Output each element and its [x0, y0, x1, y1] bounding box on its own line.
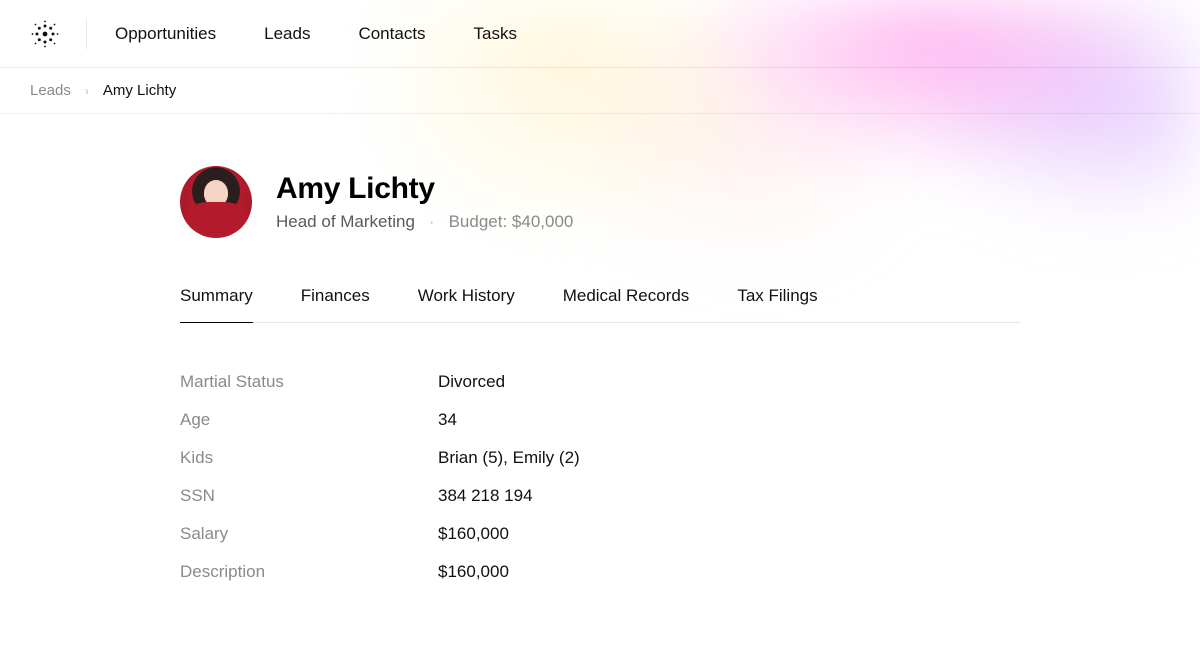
- detail-row: Kids Brian (5), Emily (2): [180, 439, 1020, 477]
- nav-contacts[interactable]: Contacts: [358, 24, 425, 44]
- topbar: Opportunities Leads Contacts Tasks: [0, 0, 1200, 68]
- detail-label: Age: [180, 410, 438, 430]
- detail-label: Martial Status: [180, 372, 438, 392]
- tab-work-history[interactable]: Work History: [418, 286, 515, 322]
- separator-dot: ·: [429, 212, 435, 232]
- breadcrumb: Leads › Amy Lichty: [0, 68, 1200, 114]
- nav-opportunities[interactable]: Opportunities: [115, 24, 216, 44]
- detail-value: Divorced: [438, 372, 505, 392]
- detail-label: Salary: [180, 524, 438, 544]
- content: Amy Lichty Head of Marketing · Budget: $…: [0, 114, 1020, 591]
- profile-subtitle: Head of Marketing · Budget: $40,000: [276, 212, 573, 232]
- nav-tasks[interactable]: Tasks: [474, 24, 517, 44]
- tab-finances[interactable]: Finances: [301, 286, 370, 322]
- detail-row: SSN 384 218 194: [180, 477, 1020, 515]
- detail-row: Martial Status Divorced: [180, 363, 1020, 401]
- detail-value: $160,000: [438, 562, 509, 582]
- profile-heading: Amy Lichty Head of Marketing · Budget: $…: [276, 172, 573, 232]
- detail-label: Description: [180, 562, 438, 582]
- detail-row: Salary $160,000: [180, 515, 1020, 553]
- detail-row: Age 34: [180, 401, 1020, 439]
- detail-value: $160,000: [438, 524, 509, 544]
- profile-budget: Budget: $40,000: [449, 212, 574, 232]
- tabs: Summary Finances Work History Medical Re…: [180, 286, 1020, 323]
- detail-value: 384 218 194: [438, 486, 533, 506]
- main-nav: Opportunities Leads Contacts Tasks: [115, 24, 517, 44]
- profile-name: Amy Lichty: [276, 172, 573, 206]
- profile-role: Head of Marketing: [276, 212, 415, 232]
- logo-icon: [30, 19, 60, 49]
- tab-tax-filings[interactable]: Tax Filings: [737, 286, 817, 322]
- logo[interactable]: [30, 19, 87, 49]
- profile-header: Amy Lichty Head of Marketing · Budget: $…: [180, 166, 1020, 238]
- detail-value: Brian (5), Emily (2): [438, 448, 580, 468]
- detail-value: 34: [438, 410, 457, 430]
- breadcrumb-current: Amy Lichty: [103, 82, 176, 99]
- avatar: [180, 166, 252, 238]
- detail-row: Description $160,000: [180, 553, 1020, 591]
- detail-label: Kids: [180, 448, 438, 468]
- detail-label: SSN: [180, 486, 438, 506]
- breadcrumb-parent[interactable]: Leads: [30, 82, 71, 99]
- chevron-right-icon: ›: [85, 84, 89, 98]
- tab-medical-records[interactable]: Medical Records: [563, 286, 690, 322]
- details-list: Martial Status Divorced Age 34 Kids Bria…: [180, 363, 1020, 591]
- tab-summary[interactable]: Summary: [180, 286, 253, 322]
- nav-leads[interactable]: Leads: [264, 24, 310, 44]
